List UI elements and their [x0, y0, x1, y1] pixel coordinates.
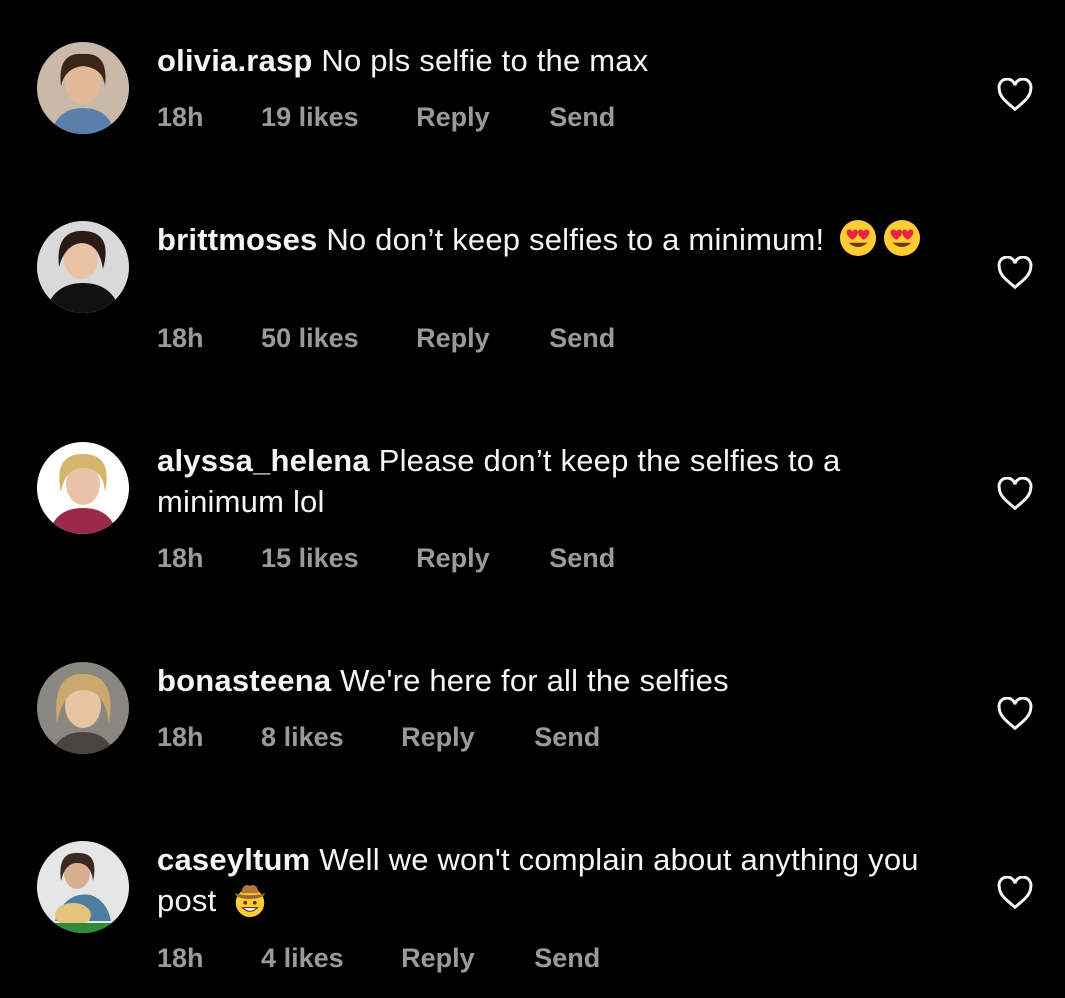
send-button[interactable]: Send	[549, 323, 615, 354]
reply-button[interactable]: Reply	[401, 943, 475, 974]
avatar[interactable]	[37, 662, 129, 754]
heart-eyes-emoji	[884, 219, 921, 257]
comment-meta: 18h 50 likes Reply Send	[157, 323, 615, 354]
comment-likes[interactable]: 50 likes	[261, 323, 359, 354]
send-button[interactable]: Send	[549, 102, 615, 133]
send-button[interactable]: Send	[534, 943, 600, 974]
comment-username[interactable]: bonasteena	[157, 663, 331, 698]
send-button[interactable]: Send	[549, 543, 615, 574]
comment-username[interactable]: caseyltum	[157, 842, 310, 877]
comment-text: alyssa_helena Please don’t keep the self…	[157, 440, 947, 522]
like-heart-icon[interactable]	[997, 476, 1033, 511]
avatar[interactable]	[37, 442, 129, 534]
comment-meta: 18h 4 likes Reply Send	[157, 943, 600, 974]
like-heart-icon[interactable]	[997, 255, 1033, 290]
comment-body: No don’t keep selfies to a minimum!	[326, 222, 825, 257]
avatar[interactable]	[37, 221, 129, 313]
comment-body: No pls selfie to the max	[321, 43, 649, 78]
comment-meta: 18h 15 likes Reply Send	[157, 543, 615, 574]
like-heart-icon[interactable]	[997, 77, 1033, 112]
comment-meta: 18h 19 likes Reply Send	[157, 102, 615, 133]
like-heart-icon[interactable]	[997, 875, 1033, 910]
comment-likes[interactable]: 8 likes	[261, 722, 344, 753]
comment-likes[interactable]: 15 likes	[261, 543, 359, 574]
comment-username[interactable]: olivia.rasp	[157, 43, 313, 78]
avatar[interactable]	[37, 42, 129, 134]
comment-time: 18h	[157, 102, 204, 132]
cowboy-emoji	[235, 885, 266, 918]
comment-time: 18h	[157, 543, 204, 573]
reply-button[interactable]: Reply	[401, 722, 475, 753]
like-heart-icon[interactable]	[997, 696, 1033, 731]
reply-button[interactable]: Reply	[416, 102, 490, 133]
comment-text: olivia.rasp No pls selfie to the max	[157, 40, 947, 81]
comment-body: We're here for all the selfies	[340, 663, 729, 698]
comment-username[interactable]: brittmoses	[157, 222, 317, 257]
reply-button[interactable]: Reply	[416, 543, 490, 574]
comment-meta: 18h 8 likes Reply Send	[157, 722, 600, 753]
avatar[interactable]	[37, 841, 129, 933]
comment-text: bonasteena We're here for all the selfie…	[157, 660, 947, 701]
heart-eyes-emoji	[840, 219, 877, 257]
comment-text: caseyltum Well we won't complain about a…	[157, 839, 947, 921]
comment-time: 18h	[157, 323, 204, 353]
comment-time: 18h	[157, 943, 204, 973]
comment-likes[interactable]: 4 likes	[261, 943, 344, 974]
reply-button[interactable]: Reply	[416, 323, 490, 354]
comment-username[interactable]: alyssa_helena	[157, 443, 370, 478]
send-button[interactable]: Send	[534, 722, 600, 753]
comment-time: 18h	[157, 722, 204, 752]
comment-text: brittmoses No don’t keep selfies to a mi…	[157, 219, 947, 260]
comment-likes[interactable]: 19 likes	[261, 102, 359, 133]
